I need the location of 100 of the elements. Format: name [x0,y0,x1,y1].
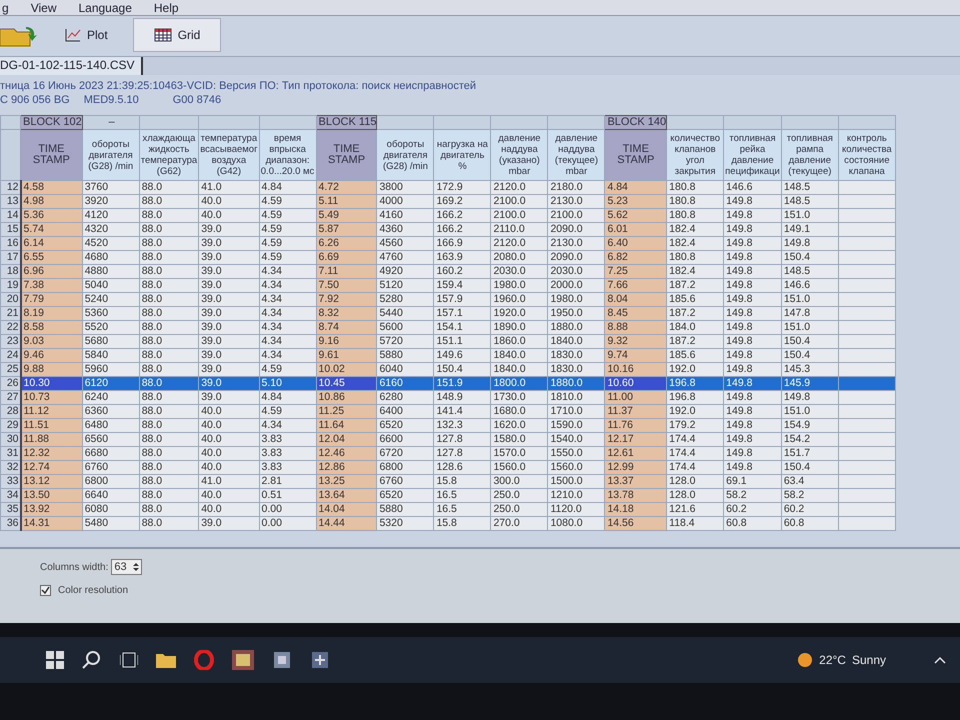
folder-icon[interactable] [156,652,176,668]
table-cell: 4320 [82,222,140,236]
table-row[interactable]: 33 13.12 6800 88.0 41.0 2.81 13.25 6760 15.8 300.0 1500.0 13.37 128.0 69.1 63.4 [0,474,896,488]
table-cell: 7.11 [316,264,377,278]
table-row[interactable]: 14 5.36 4120 88.0 40.0 4.59 5.49 4160 166.2 2100.0 2100.0 5.62 180.8 149.8 151.0 [0,208,896,222]
file-tab[interactable]: DG-01-102-115-140.CSV [0,57,143,75]
weather-text[interactable]: Sunny [852,653,886,667]
table-cell: 1860.0 [490,334,548,348]
grid-button[interactable]: Grid [132,18,222,52]
table-cell: 174.4 [666,460,724,474]
table-row[interactable]: 16 6.14 4520 88.0 39.0 4.59 6.26 4560 166.9 2120.0 2130.0 6.40 182.4 149.8 149.8 [0,236,896,250]
table-cell: 0.00 [259,502,316,516]
ring-icon[interactable] [194,650,214,670]
menu-item[interactable]: View [30,0,56,14]
column-header[interactable]: обороты двигателя (G28) /min [376,130,434,180]
table-cell: 39.0 [198,306,260,320]
table-cell: 11.00 [604,390,667,404]
windows-icon[interactable] [46,651,64,669]
table-row[interactable]: 28 11.12 6360 88.0 40.0 4.59 11.25 6400 141.4 1680.0 1710.0 11.37 192.0 149.8 151.0 [0,404,896,418]
table-cell: 1120.0 [548,502,605,516]
table-cell: 4.34 [259,348,316,362]
column-header[interactable]: TIME STAMP [20,130,82,180]
task-view-icon[interactable] [120,652,138,668]
table-cell: 8.45 [604,306,667,320]
plot-button[interactable]: Plot [44,18,129,52]
column-header[interactable]: TIME STAMP [316,130,377,180]
table-row[interactable]: 19 7.38 5040 88.0 39.0 4.34 7.50 5120 159.4 1980.0 2000.0 7.66 187.2 149.8 146.6 [0,278,896,292]
table-cell: 6080 [82,502,140,516]
table-cell: 169.2 [434,194,491,208]
search-icon[interactable] [82,650,102,670]
table-row[interactable]: 21 8.19 5360 88.0 39.0 4.34 8.32 5440 157.1 1920.0 1950.0 8.45 187.2 149.8 147.8 [0,306,896,320]
table-row[interactable]: 23 9.03 5680 88.0 39.0 4.34 9.16 5720 151.1 1860.0 1840.0 9.32 187.2 149.8 150.4 [0,334,896,348]
table-cell: 12.99 [604,460,667,474]
column-header[interactable]: время впрыска диапазон: 0.0...20.0 мс [259,130,316,180]
table-row[interactable]: 15 5.74 4320 88.0 39.0 4.59 5.87 4360 166.2 2110.0 2090.0 6.01 182.4 149.8 149.1 [0,222,896,236]
column-header[interactable]: давление наддува (указано) mbar [490,130,548,180]
table-cell: 148.5 [781,194,838,208]
table-cell: 128.0 [666,474,724,488]
table-cell: 1960.0 [490,292,548,306]
table-row[interactable]: 34 13.50 6640 88.0 40.0 0.51 13.64 6520 16.5 250.0 1210.0 13.78 128.0 58.2 58.2 [0,488,896,502]
table-cell: 88.0 [139,222,199,236]
table-cell: 1840.0 [490,362,548,376]
table-cell: 146.6 [724,180,782,194]
table-cell: 149.8 [724,376,782,390]
table-cell: 13.25 [316,474,377,488]
table-cell: 1680.0 [490,404,548,418]
table-cell: 149.8 [724,418,782,432]
table-cell: 154.2 [781,432,838,446]
block-label: BLOCK 115 [316,116,377,130]
table-cell: 149.8 [724,278,782,292]
table-cell: 2120.0 [490,180,548,194]
app-icon[interactable] [272,650,292,670]
menu-item[interactable]: Language [78,0,132,14]
table-cell: 88.0 [139,194,199,208]
caret-up-icon[interactable] [934,656,946,664]
table-cell: 5880 [376,348,434,362]
table-row[interactable]: 24 9.46 5840 88.0 39.0 4.34 9.61 5880 149.6 1840.0 1830.0 9.74 185.6 149.8 150.4 [0,348,896,362]
table-cell: 4.84 [259,390,316,404]
column-header[interactable]: топливная рампа давление (текущее) [781,130,838,180]
table-cell: 8.04 [604,292,667,306]
table-row[interactable]: 31 12.32 6680 88.0 40.0 3.83 12.46 6720 127.8 1570.0 1550.0 12.61 174.4 149.8 151.7 [0,446,896,460]
checkbox[interactable] [40,585,51,596]
table-cell: 40.0 [198,208,260,222]
column-header[interactable]: топливная рейка давление пецификаци [724,130,782,180]
table-row[interactable]: 36 14.31 5480 88.0 39.0 0.00 14.44 5320 15.8 270.0 1080.0 14.56 118.4 60.8 60.8 [0,516,896,530]
columns-width-spinner[interactable]: 63 [111,559,142,575]
table-cell: 1730.0 [490,390,548,404]
table-row[interactable]: 20 7.79 5240 88.0 39.0 4.34 7.92 5280 157.9 1960.0 1980.0 8.04 185.6 149.8 151.0 [0,292,896,306]
app-icon[interactable] [310,650,330,670]
table-cell: 185.6 [666,292,724,306]
table-cell: 5.36 [20,208,82,222]
table-cell: 6400 [376,404,434,418]
table-cell: 5680 [82,334,140,348]
column-header[interactable]: хлаждающа жидкость температура (G62) [139,130,199,180]
table-cell: 4.59 [259,236,316,250]
column-header[interactable]: контроль количества состояние клапана [838,130,896,180]
table-row[interactable]: 13 4.98 3920 88.0 40.0 4.59 5.11 4000 169.2 2100.0 2130.0 5.23 180.8 149.8 148.5 [0,194,896,208]
table-row[interactable]: 29 11.51 6480 88.0 40.0 4.34 11.64 6520 132.3 1620.0 1590.0 11.76 179.2 149.8 154.9 [0,418,896,432]
table-row[interactable]: 12 4.58 3760 88.0 41.0 4.84 4.72 3800 172.9 2120.0 2180.0 4.84 180.8 146.6 148.5 [0,180,896,194]
column-header[interactable]: температура всасываемог воздуха (G42) [198,130,260,180]
column-header[interactable]: обороты двигателя (G28) /min [82,130,140,180]
column-header[interactable]: количество клапанов угол закрытия [666,130,724,180]
column-header[interactable]: давление наддува (текущее) mbar [548,130,605,180]
menu-item[interactable]: Help [154,0,179,14]
temperature-text[interactable]: 22°C [819,653,846,667]
table-row[interactable]: 18 6.96 4880 88.0 39.0 4.34 7.11 4920 160.2 2030.0 2030.0 7.25 182.4 149.8 148.5 [0,264,896,278]
table-cell: 1880.0 [548,376,605,390]
table-cell: 4680 [82,250,140,264]
table-cell: 149.8 [724,432,782,446]
table-cell: 88.0 [139,292,199,306]
table-cell: 151.7 [781,446,838,460]
table-cell: 6720 [376,446,434,460]
sun-icon [797,652,814,668]
column-header[interactable]: нагрузка на двигатель % [434,130,491,180]
table-cell: 39.0 [198,250,260,264]
table-row[interactable]: 22 8.58 5520 88.0 39.0 4.34 8.74 5600 154.1 1890.0 1880.0 8.88 184.0 149.8 151.0 [0,320,896,334]
menu-item[interactable]: g [2,0,9,14]
table-cell: 1980.0 [490,278,548,292]
table-row[interactable]: 35 13.92 6080 88.0 40.0 0.00 14.04 5880 16.5 250.0 1120.0 14.18 121.6 60.2 60.2 [0,502,896,516]
column-header[interactable]: TIME STAMP [604,130,667,180]
